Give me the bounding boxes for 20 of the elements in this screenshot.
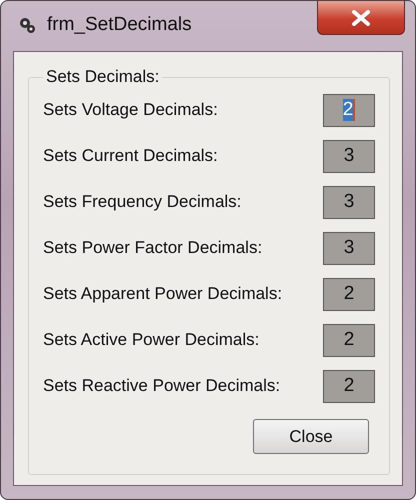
field-label: Sets Apparent Power Decimals: xyxy=(43,284,282,304)
field-label: Sets Voltage Decimals: xyxy=(43,100,218,120)
group-title: Sets Decimals: xyxy=(45,67,160,87)
field-label: Sets Reactive Power Decimals: xyxy=(43,376,280,396)
input-field[interactable]: 2 xyxy=(323,370,375,402)
close-button[interactable] xyxy=(317,1,405,35)
field-label: Sets Active Power Decimals: xyxy=(43,330,260,350)
gears-icon xyxy=(17,15,37,35)
input-field[interactable]: 2 xyxy=(323,278,375,310)
field-label: Sets Power Factor Decimals: xyxy=(43,238,262,258)
input-field[interactable]: 3 xyxy=(323,232,375,264)
field-label: Sets Current Decimals: xyxy=(43,146,218,166)
field-label: Sets Frequency Decimals: xyxy=(43,192,242,212)
close-icon xyxy=(351,10,371,26)
input-field[interactable]: 3 xyxy=(323,186,375,218)
window-title: frm_SetDecimals xyxy=(47,14,192,36)
input-field[interactable]: 2 xyxy=(323,94,375,126)
input-field[interactable]: 3 xyxy=(323,140,375,172)
close-dialog-button[interactable]: Close xyxy=(253,419,369,454)
input-field[interactable]: 2 xyxy=(323,324,375,356)
